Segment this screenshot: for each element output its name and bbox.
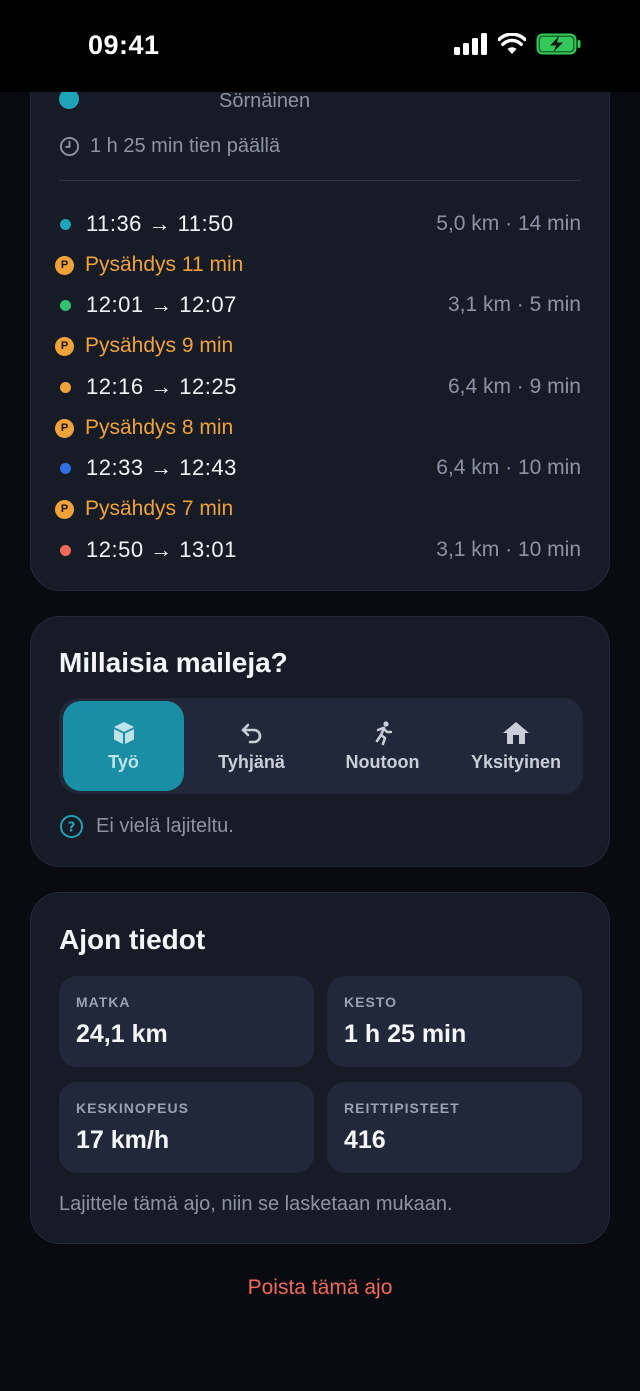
segment-time: 11:36 → 11:50 bbox=[86, 211, 234, 236]
stop-duration: Pysähdys 8 min bbox=[85, 416, 234, 439]
parking-icon: P bbox=[55, 418, 74, 438]
running-person-icon bbox=[375, 720, 392, 745]
divider bbox=[59, 180, 581, 181]
segment-color-dot bbox=[60, 381, 71, 393]
destination-name: Sörnäinen bbox=[219, 90, 311, 112]
return-arrow-icon bbox=[241, 723, 261, 743]
svg-text:?: ? bbox=[68, 820, 76, 835]
segment-time: 12:01 → 12:07 bbox=[86, 292, 237, 317]
wifi-icon bbox=[498, 33, 526, 54]
stop-row: P Pysähdys 9 min bbox=[55, 331, 581, 361]
option-pickup[interactable]: Noutoon bbox=[322, 701, 443, 791]
stat-label: KESKINOPEUS bbox=[76, 1100, 189, 1116]
question-circle-icon: ? bbox=[59, 814, 84, 839]
route-card: Sörnäinen 1 h 25 min tien päällä 11:36 →… bbox=[30, 72, 610, 591]
stat-label: KESTO bbox=[344, 994, 397, 1010]
option-label: Tyhjänä bbox=[218, 751, 285, 772]
segment-color-dot bbox=[60, 299, 71, 311]
status-icons bbox=[454, 33, 582, 55]
house-icon bbox=[503, 721, 529, 744]
segment-row[interactable]: 12:01 → 12:07 3,1 km · 5 min bbox=[55, 290, 581, 320]
stop-row: P Pysähdys 8 min bbox=[55, 413, 581, 443]
segment-distance-duration: 5,0 km · 14 min bbox=[436, 212, 581, 235]
segment-distance-duration: 3,1 km · 10 min bbox=[436, 538, 581, 561]
delete-trip-button[interactable]: Poista tämä ajo bbox=[0, 1276, 640, 1300]
segment-row[interactable]: 12:50 → 13:01 3,1 km · 10 min bbox=[55, 535, 581, 565]
segment-distance-duration: 3,1 km · 5 min bbox=[447, 293, 581, 316]
stop-duration: Pysähdys 7 min bbox=[85, 497, 234, 520]
segment-row[interactable]: 12:33 → 12:43 6,4 km · 10 min bbox=[55, 453, 581, 483]
trip-details-title: Ajon tiedot bbox=[59, 924, 206, 955]
stop-row: P Pysähdys 11 min bbox=[55, 250, 581, 280]
battery-charging-icon bbox=[536, 33, 581, 55]
segment-row[interactable]: 12:16 → 12:25 6,4 km · 9 min bbox=[55, 372, 581, 402]
destination-marker bbox=[59, 89, 79, 109]
stat-route-points: REITTIPISTEET 416 bbox=[327, 1082, 582, 1173]
stat-value: 1 h 25 min bbox=[344, 1020, 467, 1048]
segment-distance-duration: 6,4 km · 9 min bbox=[447, 375, 581, 398]
duration-row: 1 h 25 min tien päällä bbox=[59, 135, 280, 158]
stop-duration: Pysähdys 11 min bbox=[85, 253, 244, 276]
stop-row: P Pysähdys 7 min bbox=[55, 494, 581, 524]
segment-time: 12:16 → 12:25 bbox=[86, 374, 237, 399]
trip-type-selector: Työ Tyhjänä Noutoon Yksityinen bbox=[59, 698, 583, 794]
segment-color-dot bbox=[60, 462, 71, 474]
status-bar: 09:41 bbox=[0, 0, 640, 92]
parking-icon: P bbox=[55, 499, 74, 519]
trip-type-card: Millaisia maileja? Työ Tyhjänä Noutoon Y… bbox=[30, 616, 610, 867]
stat-average-speed: KESKINOPEUS 17 km/h bbox=[59, 1082, 314, 1173]
signal-icon bbox=[454, 33, 487, 55]
segment-time: 12:50 → 13:01 bbox=[86, 537, 237, 562]
stat-duration: KESTO 1 h 25 min bbox=[327, 976, 582, 1067]
segment-color-dot bbox=[60, 544, 71, 556]
stat-value: 24,1 km bbox=[76, 1020, 168, 1048]
parking-icon: P bbox=[55, 255, 74, 275]
clock-icon bbox=[59, 136, 80, 157]
box-icon bbox=[113, 721, 134, 744]
segment-row[interactable]: 11:36 → 11:50 5,0 km · 14 min bbox=[55, 209, 581, 239]
parking-icon: P bbox=[55, 336, 74, 356]
option-label: Työ bbox=[108, 751, 139, 772]
segment-time: 12:33 → 12:43 bbox=[86, 455, 237, 480]
stat-label: MATKA bbox=[76, 994, 131, 1010]
option-empty[interactable]: Tyhjänä bbox=[191, 701, 312, 791]
trip-details-card: Ajon tiedot MATKA 24,1 km KESTO 1 h 25 m… bbox=[30, 892, 610, 1244]
classification-status: ? Ei vielä lajiteltu. bbox=[59, 814, 234, 839]
stat-distance: MATKA 24,1 km bbox=[59, 976, 314, 1067]
option-private[interactable]: Yksityinen bbox=[453, 701, 579, 791]
stop-duration: Pysähdys 9 min bbox=[85, 334, 234, 357]
stat-value: 17 km/h bbox=[76, 1126, 170, 1154]
option-label: Noutoon bbox=[345, 751, 420, 772]
trip-type-title: Millaisia maileja? bbox=[59, 647, 288, 678]
classification-hint: Lajittele tämä ajo, niin se lasketaan mu… bbox=[59, 1193, 453, 1215]
status-time: 09:41 bbox=[88, 30, 160, 60]
duration-text: 1 h 25 min tien päällä bbox=[90, 135, 281, 157]
segment-color-dot bbox=[60, 218, 71, 230]
option-label: Yksityinen bbox=[470, 751, 562, 772]
option-work[interactable]: Työ bbox=[63, 701, 184, 791]
stat-label: REITTIPISTEET bbox=[344, 1100, 460, 1116]
classification-text: Ei vielä lajiteltu. bbox=[96, 815, 234, 837]
segment-distance-duration: 6,4 km · 10 min bbox=[436, 456, 581, 479]
stat-value: 416 bbox=[344, 1126, 386, 1154]
